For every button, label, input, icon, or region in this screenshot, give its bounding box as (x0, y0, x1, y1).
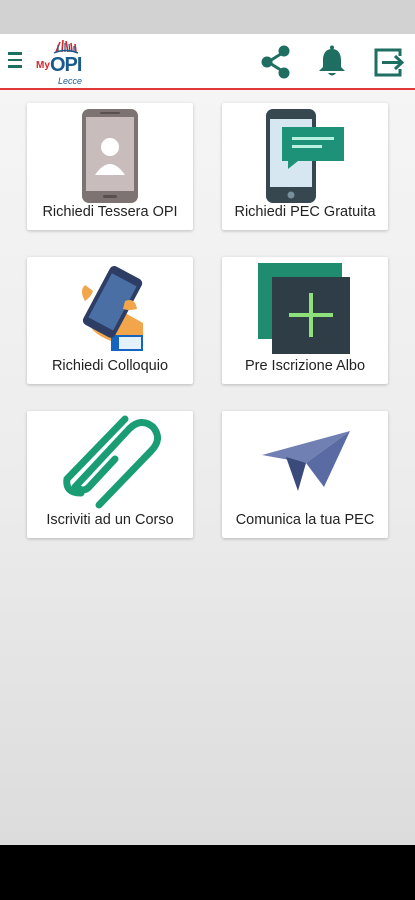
tile-pre-iscrizione-albo[interactable]: Pre Iscrizione Albo (222, 257, 388, 384)
share-icon (261, 45, 290, 79)
logo-city: Lecce (58, 76, 83, 86)
system-navigation-bar (0, 845, 415, 900)
menu-icon-line (8, 65, 22, 68)
app-logo: My OPI Lecce (34, 38, 94, 88)
share-button[interactable] (256, 42, 296, 82)
status-bar (0, 0, 415, 34)
app-bar: My OPI Lecce (0, 34, 415, 90)
tile-label: Richiedi Tessera OPI (42, 204, 178, 220)
logo-name: OPI (50, 54, 82, 76)
logout-button[interactable] (368, 42, 408, 82)
phone-chat-icon (222, 103, 388, 203)
paper-plane-icon (222, 411, 388, 511)
tile-label: Pre Iscrizione Albo (244, 358, 366, 374)
tile-richiedi-colloquio[interactable]: Richiedi Colloquio (27, 257, 193, 384)
bell-icon (319, 45, 345, 76)
notifications-button[interactable] (312, 42, 352, 82)
menu-icon-line (8, 58, 22, 61)
tile-label: Richiedi PEC Gratuita (234, 204, 376, 220)
logo-prefix: My (36, 60, 50, 71)
paperclip-icon (27, 411, 193, 511)
tile-label: Iscriviti ad un Corso (46, 512, 174, 528)
tile-iscriviti-corso[interactable]: Iscriviti ad un Corso (27, 411, 193, 538)
hand-phone-icon (27, 257, 193, 357)
menu-button[interactable] (6, 48, 26, 72)
exit-icon (374, 48, 405, 77)
menu-icon-line (8, 52, 22, 55)
tile-label: Comunica la tua PEC (235, 512, 375, 528)
add-square-icon (222, 257, 388, 357)
tile-label: Richiedi Colloquio (51, 358, 169, 374)
tile-richiedi-tessera[interactable]: Richiedi Tessera OPI (27, 103, 193, 230)
id-card-phone-icon (27, 103, 193, 203)
tile-richiedi-pec[interactable]: Richiedi PEC Gratuita (222, 103, 388, 230)
tile-comunica-pec[interactable]: Comunica la tua PEC (222, 411, 388, 538)
